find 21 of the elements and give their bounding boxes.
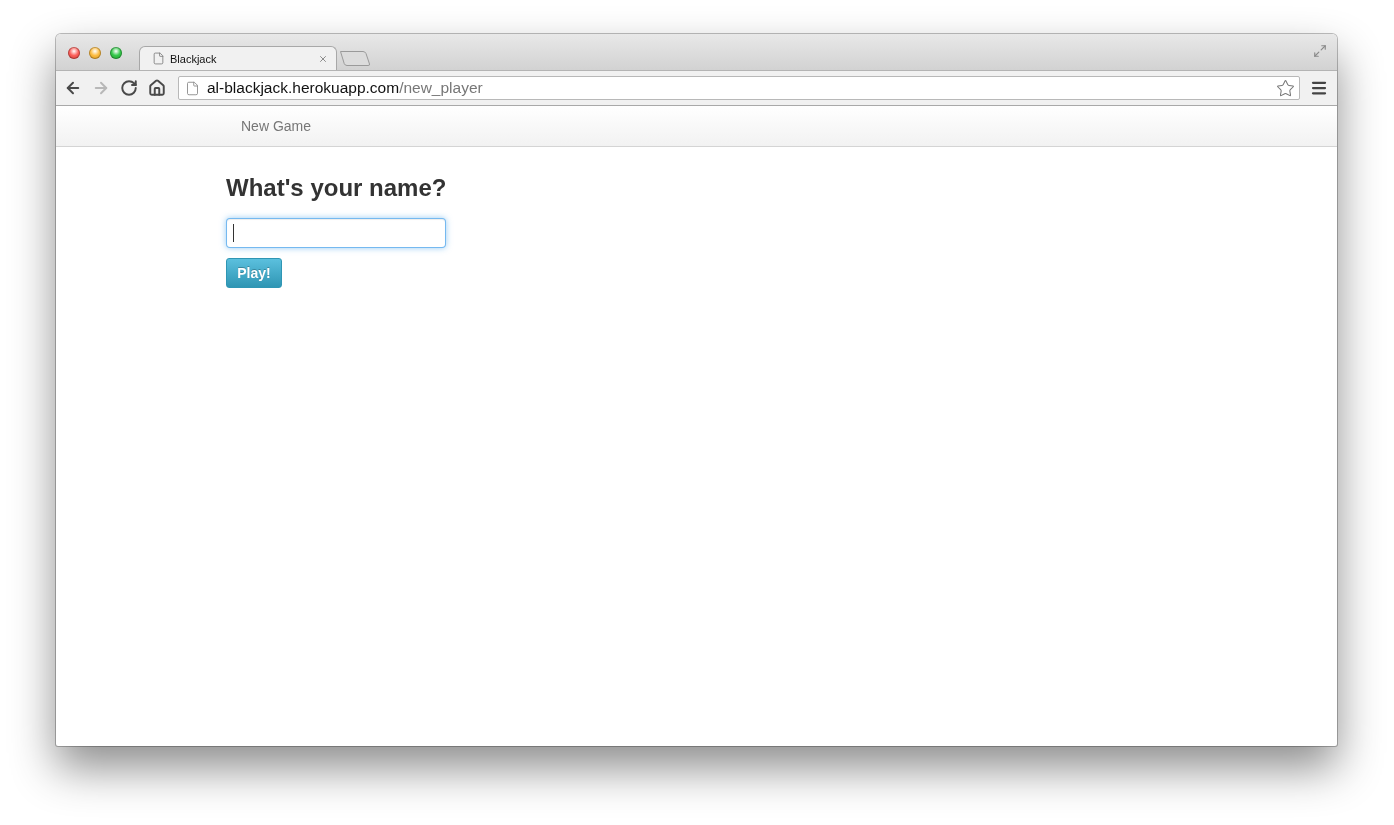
browser-tab[interactable]: Blackjack [139, 46, 337, 70]
reload-button[interactable] [120, 78, 138, 98]
fullscreen-icon[interactable] [1313, 44, 1327, 58]
tab-title: Blackjack [170, 52, 218, 65]
url-host: al-blackjack.herokuapp.com [207, 79, 400, 96]
text-cursor-icon [233, 224, 234, 242]
nav-link[interactable]: New Game [241, 108, 312, 144]
form-heading: What's your name? [226, 173, 447, 203]
zoom-window-icon[interactable] [110, 47, 122, 59]
minimize-window-icon[interactable] [89, 47, 101, 59]
bookmark-star-icon[interactable] [1276, 78, 1295, 98]
url-path: /new_player [399, 79, 483, 96]
page-icon [185, 80, 200, 96]
address-field[interactable]: al-blackjack.herokuapp.com/new_player [178, 76, 1300, 100]
new-tab-icon[interactable] [339, 50, 371, 67]
menu-icon[interactable] [1310, 79, 1328, 97]
name-input-field[interactable] [226, 218, 446, 248]
close-tab-icon[interactable] [318, 53, 328, 64]
home-button[interactable] [148, 78, 166, 98]
close-window-icon[interactable] [68, 47, 80, 59]
page-icon [152, 52, 165, 65]
